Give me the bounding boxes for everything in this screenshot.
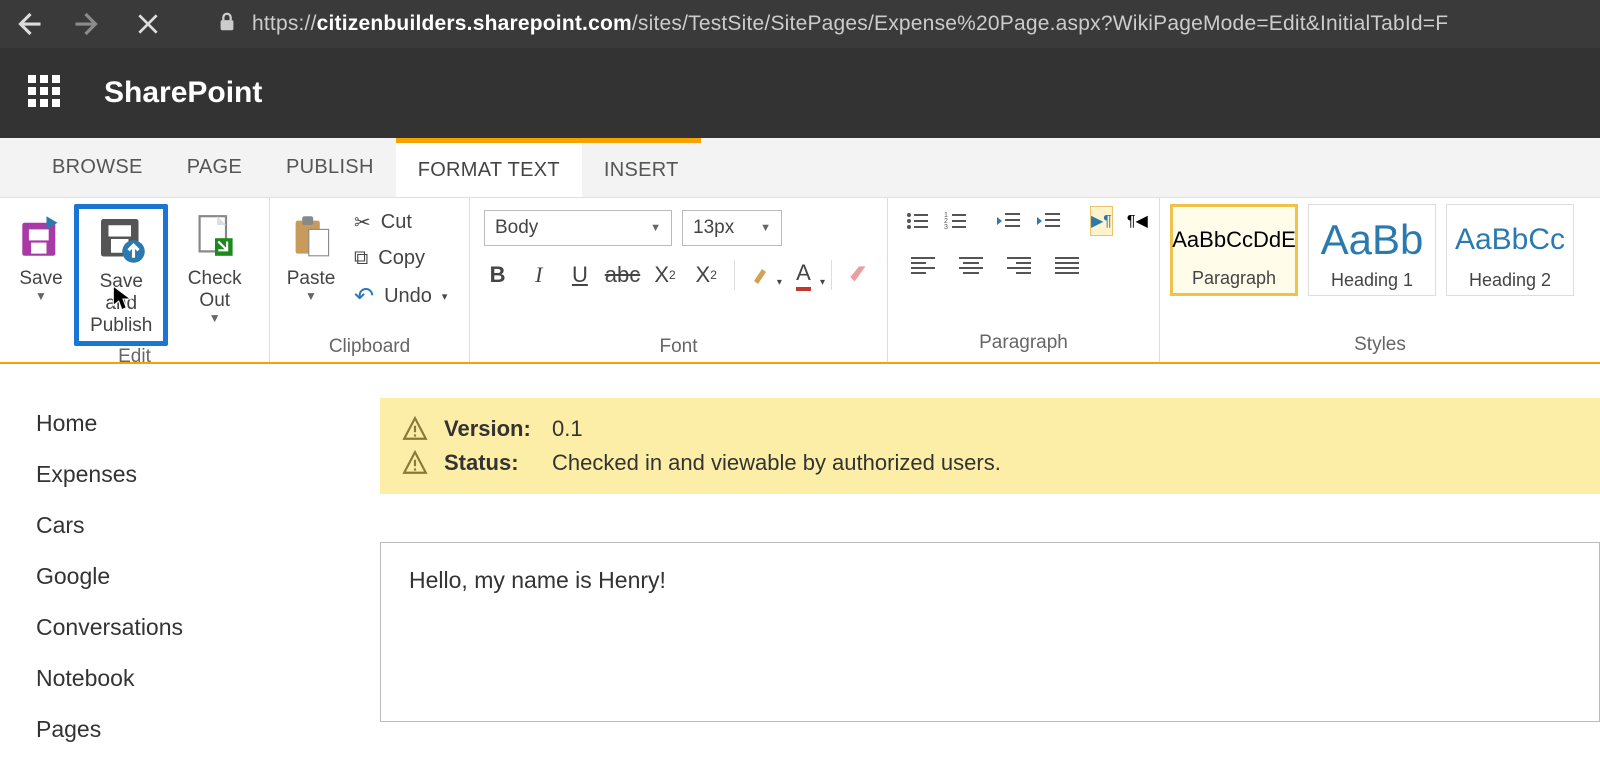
svg-text:3: 3 [944,224,948,231]
tab-page[interactable]: PAGE [165,138,264,197]
justify-button[interactable] [1050,250,1084,280]
suite-bar: SharePoint [0,48,1600,138]
indent-button[interactable] [1036,206,1062,236]
font-color-button[interactable]: A ▾ [790,260,817,290]
nav-home[interactable]: Home [36,398,380,449]
bold-button[interactable]: B [484,260,511,290]
nav-pages[interactable]: Pages [36,704,380,755]
status-banner: Version: 0.1 Status: Checked in and view… [380,398,1600,494]
warning-icon [402,450,428,476]
ribbon-group-paragraph: 123 ▶¶ ¶◀ Paragraph [888,198,1160,362]
check-out-button[interactable]: Check Out ▼ [168,204,261,329]
number-list-button[interactable]: 123 [944,206,968,236]
rtl-button[interactable]: ¶◀ [1127,206,1148,236]
warning-icon [402,416,428,442]
highlight-color-button[interactable]: ▾ [749,260,776,290]
save-button[interactable]: Save ▼ [8,204,74,308]
copy-button[interactable]: ⧉ Copy [344,241,457,276]
outdent-button[interactable] [996,206,1022,236]
strikethrough-button[interactable]: abc [607,260,637,290]
nav-conversations[interactable]: Conversations [36,602,380,653]
tab-insert[interactable]: INSERT [582,138,701,197]
save-publish-icon [96,211,146,267]
style-heading-1[interactable]: AaBb Heading 1 [1308,204,1436,296]
forward-button[interactable] [72,8,104,40]
back-button[interactable] [12,8,44,40]
paste-icon [286,208,336,264]
tab-browse[interactable]: BROWSE [30,138,165,197]
align-left-button[interactable] [906,250,940,280]
ribbon-group-font: Body▼ 13px▼ B I U abc X2 X2 ▾ A [470,198,888,362]
left-navigation: Home Expenses Cars Google Conversations … [0,398,380,755]
italic-button[interactable]: I [525,260,552,290]
app-launcher-icon[interactable] [28,75,64,111]
paste-button[interactable]: Paste ▼ [278,204,344,308]
brand-label: SharePoint [104,76,262,110]
underline-button[interactable]: U [566,260,593,290]
address-bar[interactable]: https://citizenbuilders.sharepoint.com/s… [252,12,1448,36]
undo-icon: ↶ [354,282,374,311]
ribbon-group-clipboard: Paste ▼ ✂ Cut ⧉ Copy ↶ Undo ▾ Clipboar [270,198,470,362]
font-size-select[interactable]: 13px▼ [682,210,782,246]
browser-navbar: https://citizenbuilders.sharepoint.com/s… [0,0,1600,48]
bullet-list-button[interactable] [906,206,930,236]
save-icon [16,208,66,264]
style-heading-2[interactable]: AaBbCc Heading 2 [1446,204,1574,296]
ribbon-tabs: BROWSE PAGE PUBLISH FORMAT TEXT INSERT [0,138,1600,198]
nav-expenses[interactable]: Expenses [36,449,380,500]
align-right-button[interactable] [1002,250,1036,280]
nav-notebook[interactable]: Notebook [36,653,380,704]
ltr-button[interactable]: ▶¶ [1090,206,1113,236]
ribbon-group-styles: AaBbCcDdE Paragraph AaBb Heading 1 AaBbC… [1160,198,1600,362]
copy-icon: ⧉ [354,247,368,270]
checkout-icon [190,208,240,264]
stop-button[interactable] [132,8,164,40]
cut-button[interactable]: ✂ Cut [344,204,457,241]
tab-publish[interactable]: PUBLISH [264,138,396,197]
align-center-button[interactable] [954,250,988,280]
save-and-publish-button[interactable]: Save and Publish [74,204,168,346]
ribbon: Save ▼ Save and Publish Check Out ▼ Edit [0,198,1600,364]
clear-format-button[interactable] [846,260,873,290]
style-paragraph[interactable]: AaBbCcDdE Paragraph [1170,204,1298,296]
page-content-editor[interactable]: Hello, my name is Henry! [380,542,1600,722]
superscript-button[interactable]: X2 [693,260,720,290]
subscript-button[interactable]: X2 [651,260,678,290]
nav-google[interactable]: Google [36,551,380,602]
tab-format-text[interactable]: FORMAT TEXT [396,138,582,197]
ribbon-group-edit: Save ▼ Save and Publish Check Out ▼ Edit [0,198,270,362]
lock-icon [216,11,238,38]
undo-button[interactable]: ↶ Undo ▾ [344,276,457,317]
font-family-select[interactable]: Body▼ [484,210,672,246]
nav-cars[interactable]: Cars [36,500,380,551]
scissors-icon: ✂ [354,210,371,235]
